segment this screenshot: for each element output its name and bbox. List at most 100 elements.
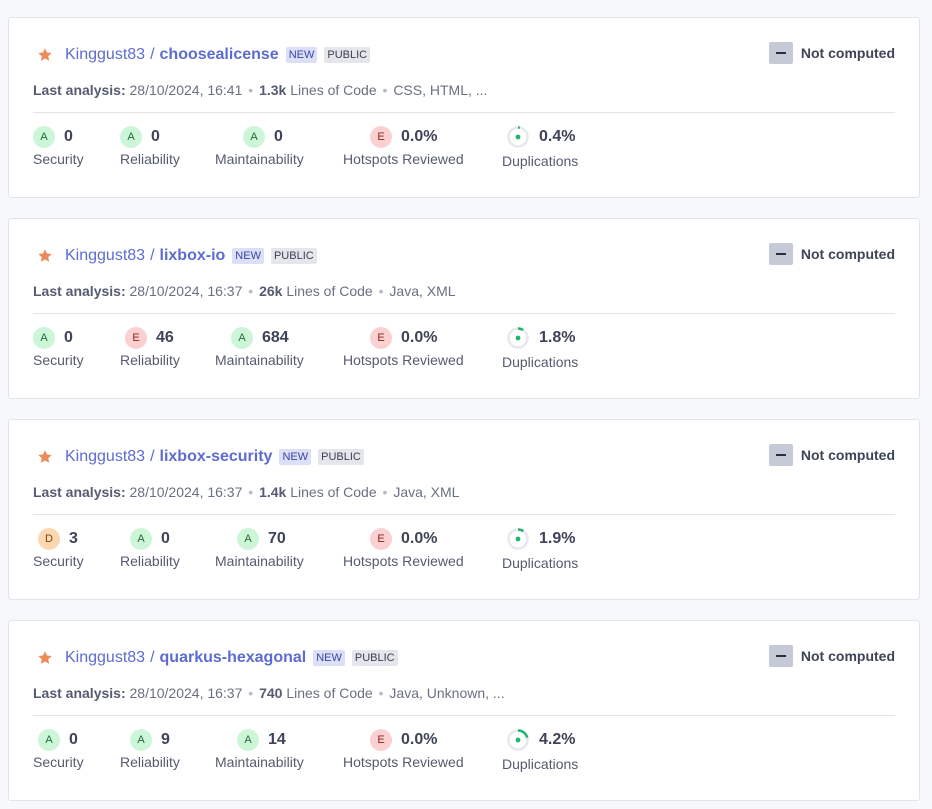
- hotspots-value[interactable]: 0.0%: [401, 128, 437, 146]
- dash-icon: [768, 645, 793, 667]
- hotspots-value[interactable]: 0.0%: [401, 731, 437, 749]
- hotspots-rating-badge: E: [370, 126, 392, 148]
- project-owner-link[interactable]: Kinggust83: [65, 448, 145, 466]
- star-icon[interactable]: [37, 650, 53, 666]
- project-name-link[interactable]: quarkus-hexagonal: [160, 649, 307, 667]
- star-icon[interactable]: [37, 47, 53, 63]
- security-label: Security: [33, 553, 84, 569]
- reliability-value[interactable]: 0: [151, 128, 160, 146]
- new-badge: NEW: [279, 449, 312, 465]
- quality-gate-label: Not computed: [800, 447, 895, 463]
- security-value[interactable]: 3: [69, 530, 78, 548]
- metric-duplications[interactable]: 0.4% Duplications: [502, 126, 578, 169]
- security-label: Security: [33, 352, 84, 368]
- duplications-value[interactable]: 0.4%: [539, 128, 575, 146]
- languages: CSS, HTML, ...: [393, 82, 488, 98]
- maintainability-label: Maintainability: [215, 754, 304, 770]
- project-title-row: Kinggust83 / lixbox-security NEW PUBLIC: [37, 447, 364, 467]
- metric-duplications[interactable]: 4.2% Duplications: [502, 729, 578, 772]
- new-badge: NEW: [285, 47, 318, 63]
- metric-security[interactable]: A 0 Security: [33, 126, 84, 167]
- security-value[interactable]: 0: [64, 128, 73, 146]
- metric-duplications[interactable]: 1.8% Duplications: [502, 327, 578, 370]
- metric-reliability[interactable]: E 46 Reliability: [120, 327, 180, 368]
- project-name-link[interactable]: lixbox-security: [160, 448, 273, 466]
- languages: Java, Unknown, ...: [389, 685, 505, 701]
- quality-gate-label: Not computed: [800, 246, 895, 262]
- security-rating-badge: D: [38, 528, 60, 550]
- metric-reliability[interactable]: A 9 Reliability: [120, 729, 180, 770]
- public-badge: PUBLIC: [270, 248, 317, 264]
- hotspots-rating-badge: E: [370, 729, 392, 751]
- star-icon[interactable]: [37, 248, 53, 264]
- security-label: Security: [33, 754, 84, 770]
- divider: [33, 715, 895, 716]
- quality-gate-status: Not computed: [768, 444, 895, 466]
- reliability-label: Reliability: [120, 352, 180, 368]
- loc-value: 740: [259, 685, 283, 701]
- duplications-value[interactable]: 1.9%: [539, 530, 575, 548]
- maintainability-value[interactable]: 0: [274, 128, 283, 146]
- reliability-label: Reliability: [120, 553, 180, 569]
- project-owner-link[interactable]: Kinggust83: [65, 649, 145, 667]
- duplications-value[interactable]: 4.2%: [539, 731, 575, 749]
- analysis-date: 28/10/2024, 16:37: [129, 484, 243, 500]
- metric-hotspots[interactable]: E 0.0% Hotspots Reviewed: [343, 528, 464, 569]
- analysis-meta: Last analysis: 28/10/2024, 16:37 • 1.4k …: [33, 484, 460, 500]
- loc-label: Lines of Code: [286, 283, 373, 299]
- path-separator: /: [150, 46, 155, 63]
- maintainability-value[interactable]: 684: [262, 329, 289, 347]
- last-analysis-label: Last analysis:: [33, 484, 126, 500]
- reliability-rating-badge: A: [130, 729, 152, 751]
- metric-hotspots[interactable]: E 0.0% Hotspots Reviewed: [343, 327, 464, 368]
- metric-maintainability[interactable]: A 14 Maintainability: [215, 729, 304, 770]
- reliability-rating-badge: A: [120, 126, 142, 148]
- hotspots-label: Hotspots Reviewed: [343, 553, 464, 569]
- security-value[interactable]: 0: [64, 329, 73, 347]
- metric-reliability[interactable]: A 0 Reliability: [120, 528, 180, 569]
- hotspots-value[interactable]: 0.0%: [401, 329, 437, 347]
- last-analysis-label: Last analysis:: [33, 283, 126, 299]
- metric-maintainability[interactable]: A 684 Maintainability: [215, 327, 304, 368]
- new-badge: NEW: [232, 248, 264, 264]
- divider: [33, 514, 895, 515]
- dash-icon: [768, 42, 793, 64]
- metric-hotspots[interactable]: E 0.0% Hotspots Reviewed: [343, 126, 464, 167]
- metric-security[interactable]: A 0 Security: [33, 327, 84, 368]
- maintainability-value[interactable]: 14: [268, 731, 286, 749]
- metric-reliability[interactable]: A 0 Reliability: [120, 126, 180, 167]
- project-owner-link[interactable]: Kinggust83: [65, 46, 145, 64]
- project-owner-link[interactable]: Kinggust83: [65, 247, 145, 265]
- star-icon[interactable]: [37, 449, 53, 465]
- donut-icon: [507, 126, 529, 148]
- last-analysis-label: Last analysis:: [33, 82, 126, 98]
- last-analysis-label: Last analysis:: [33, 685, 126, 701]
- duplications-value[interactable]: 1.8%: [539, 329, 575, 347]
- path-separator: /: [150, 448, 155, 465]
- project-name-link[interactable]: choosealicense: [160, 46, 279, 64]
- security-value[interactable]: 0: [69, 731, 78, 749]
- metric-security[interactable]: D 3 Security: [33, 528, 84, 569]
- reliability-value[interactable]: 46: [156, 329, 174, 347]
- loc-value: 26k: [259, 283, 283, 299]
- donut-icon: [507, 327, 529, 349]
- reliability-value[interactable]: 9: [161, 731, 170, 749]
- project-name-link[interactable]: lixbox-io: [160, 247, 226, 265]
- metric-hotspots[interactable]: E 0.0% Hotspots Reviewed: [343, 729, 464, 770]
- quality-gate-label: Not computed: [800, 648, 895, 664]
- maintainability-value[interactable]: 70: [268, 530, 286, 548]
- maintainability-rating-badge: A: [237, 528, 259, 550]
- project-card: Kinggust83 / lixbox-security NEW PUBLIC …: [8, 419, 920, 600]
- metric-maintainability[interactable]: A 70 Maintainability: [215, 528, 304, 569]
- donut-icon: [507, 528, 529, 550]
- reliability-value[interactable]: 0: [161, 530, 170, 548]
- maintainability-rating-badge: A: [243, 126, 265, 148]
- metric-duplications[interactable]: 1.9% Duplications: [502, 528, 578, 571]
- metric-maintainability[interactable]: A 0 Maintainability: [215, 126, 304, 167]
- metric-security[interactable]: A 0 Security: [33, 729, 84, 770]
- analysis-date: 28/10/2024, 16:37: [129, 283, 243, 299]
- hotspots-value[interactable]: 0.0%: [401, 530, 437, 548]
- maintainability-rating-badge: A: [231, 327, 253, 349]
- quality-gate-status: Not computed: [768, 645, 895, 667]
- public-badge: PUBLIC: [324, 47, 371, 63]
